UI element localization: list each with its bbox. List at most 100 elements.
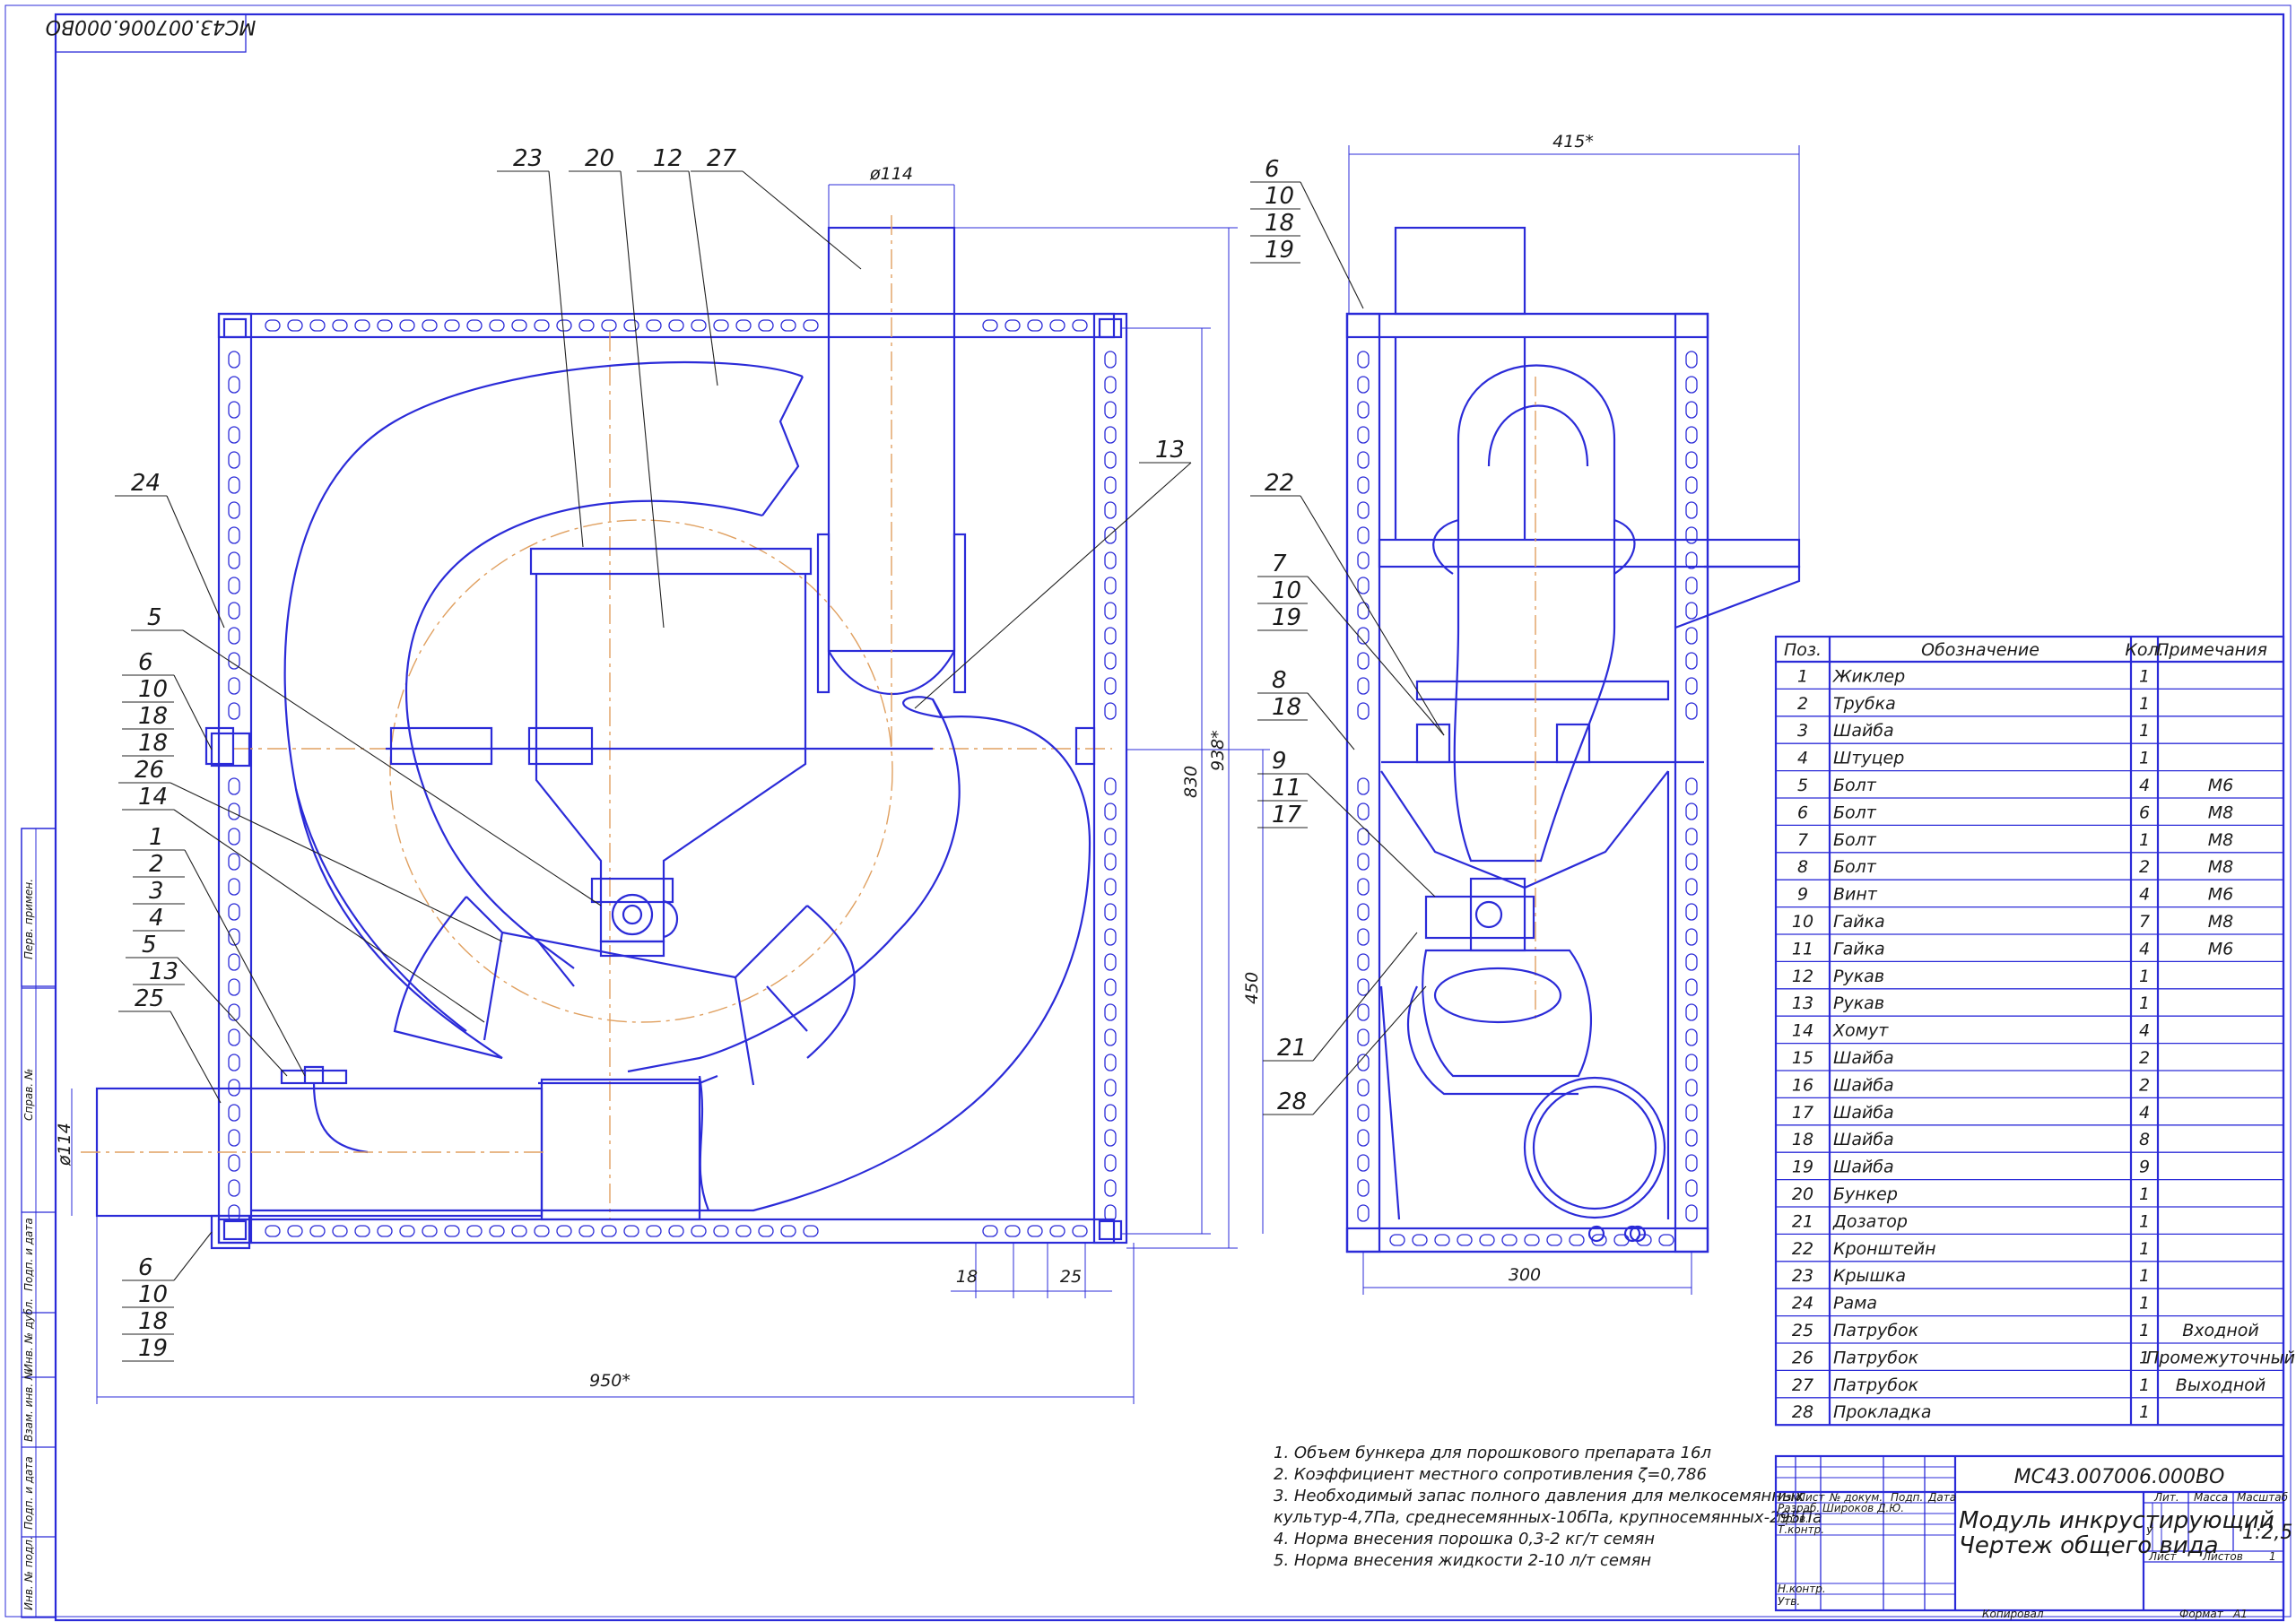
spec-qty: 1 <box>2139 749 2150 768</box>
front-leader-label: 10 <box>138 676 168 703</box>
side-leader-label: 11 <box>1272 775 1301 802</box>
note-2: 2. Коэффициент местного сопротивления ζ=… <box>1274 1465 1707 1484</box>
dim-950: 950* <box>589 1371 631 1391</box>
spec-pos: 20 <box>1792 1184 1813 1204</box>
spec-pos: 8 <box>1797 857 1808 877</box>
tb-mass: Масса <box>2194 1491 2228 1504</box>
dim-d114-top: ø114 <box>869 164 913 184</box>
spec-qty: 2 <box>2139 1075 2150 1095</box>
dim-d114-left: ø114 <box>55 1123 74 1167</box>
spec-qty: 4 <box>2139 939 2150 958</box>
tb-date: Дата <box>1927 1491 1956 1504</box>
spec-pos: 4 <box>1797 749 1808 768</box>
spec-qty: 9 <box>2139 1158 2150 1177</box>
spec-note: М8 <box>2208 802 2233 822</box>
dim-938: 938* <box>1208 730 1228 771</box>
tb-utv: Утв. <box>1778 1595 1800 1608</box>
spec-note: Промежуточный <box>2146 1348 2295 1367</box>
front-leader-label: 12 <box>653 145 683 172</box>
front-view <box>81 215 1128 1250</box>
spec-pos: 18 <box>1792 1130 1813 1149</box>
front-leader-label: 6 <box>138 1254 153 1281</box>
tb-code: МС43.007006.000ВО <box>2014 1466 2225 1488</box>
spec-name: Жиклер <box>1832 666 1905 686</box>
note-3: 3. Необходимый запас полного давления дл… <box>1274 1487 1805 1505</box>
spec-qty: 1 <box>2139 830 2150 850</box>
spec-name: Патрубок <box>1833 1348 1919 1367</box>
spec-pos: 25 <box>1792 1321 1813 1340</box>
side-stamp-0: Перв. примен. <box>22 879 35 959</box>
spec-pos: 10 <box>1792 912 1813 932</box>
side-stamp-1: Справ. № <box>22 1069 35 1121</box>
spec-qty: 1 <box>2139 993 2150 1013</box>
front-leader-label: 2 <box>149 851 164 878</box>
spec-name: Шайба <box>1833 1158 1894 1177</box>
front-leader-label: 3 <box>149 878 164 905</box>
spec-pos: 9 <box>1797 885 1808 905</box>
spec-note: Входной <box>2182 1321 2258 1340</box>
tb-sheets: Листов <box>2202 1550 2243 1563</box>
outer-frame <box>4 4 2292 1618</box>
side-leader-label: 10 <box>1265 183 1294 210</box>
side-stamp-3: Инв. № дубл. <box>22 1298 35 1372</box>
front-leader-label: 14 <box>138 784 168 811</box>
frame-slots <box>228 319 1117 1237</box>
spec-name: Трубка <box>1833 694 1896 714</box>
front-leader-label: 13 <box>1155 437 1185 464</box>
tb-copied: Копировал <box>1982 1608 2044 1620</box>
front-leader-label: 26 <box>135 757 164 784</box>
spec-qty: 1 <box>2139 1184 2150 1204</box>
spec-name: Бункер <box>1833 1184 1898 1204</box>
spec-header: Обозначение <box>1921 640 2039 660</box>
spec-note: Выходной <box>2176 1375 2266 1395</box>
dim-25: 25 <box>1060 1267 1082 1287</box>
spec-pos: 13 <box>1792 993 1813 1013</box>
side-dimensions: 415* 300 <box>1348 132 1800 1295</box>
spec-qty: 7 <box>2139 912 2150 932</box>
note-3b: культур-4,7Па, среднесемянных-10бПа, кру… <box>1274 1508 1822 1527</box>
spec-pos: 15 <box>1792 1048 1813 1068</box>
tb-tkontr: Т.контр. <box>1778 1523 1824 1536</box>
spec-qty: 2 <box>2139 1048 2150 1068</box>
spec-name: Болт <box>1833 776 1877 795</box>
side-leader-label: 6 <box>1265 156 1280 183</box>
spec-qty: 1 <box>2139 666 2150 686</box>
side-leader-label: 19 <box>1265 237 1294 264</box>
front-leader-label: 18 <box>138 703 168 730</box>
tb-sheets-count: 1 <box>2269 1550 2276 1563</box>
dim-830: 830 <box>1181 766 1201 798</box>
spec-name: Винт <box>1833 885 1878 905</box>
dim-450: 450 <box>1242 972 1262 1004</box>
front-leader-label: 27 <box>707 145 737 172</box>
spec-pos: 5 <box>1797 776 1808 795</box>
spec-name: Прокладка <box>1833 1402 1932 1422</box>
spec-qty: 1 <box>2139 694 2150 714</box>
side-leader-label: 7 <box>1272 551 1287 577</box>
side-leader-label: 21 <box>1277 1035 1307 1062</box>
spec-name: Шайба <box>1833 1048 1894 1068</box>
spec-name: Шайба <box>1833 1130 1894 1149</box>
spec-name: Болт <box>1833 830 1877 850</box>
spec-name: Патрубок <box>1833 1375 1919 1395</box>
tb-format-value: А1 <box>2232 1608 2248 1620</box>
spec-pos: 27 <box>1792 1375 1813 1395</box>
front-leader-label: 1 <box>149 824 164 851</box>
spec-pos: 22 <box>1792 1239 1813 1259</box>
spec-note: М8 <box>2208 857 2233 877</box>
side-leader-label: 17 <box>1272 802 1302 828</box>
spec-pos: 12 <box>1792 967 1813 986</box>
spec-qty: 1 <box>2139 1211 2150 1231</box>
spec-name: Хомут <box>1832 1021 1889 1041</box>
spec-qty: 1 <box>2139 1402 2150 1422</box>
spec-qty: 6 <box>2139 802 2150 822</box>
dim-18: 18 <box>956 1267 978 1287</box>
spec-note: М8 <box>2208 830 2233 850</box>
spec-qty: 4 <box>2139 1103 2150 1123</box>
spec-name: Гайка <box>1833 912 1885 932</box>
side-stamp-6: Инв. № подл. <box>22 1536 35 1610</box>
tb-scale: 1:2,5 <box>2242 1522 2292 1544</box>
spec-name: Болт <box>1833 857 1877 877</box>
spec-pos: 6 <box>1797 802 1808 822</box>
front-leader-label: 6 <box>138 649 153 676</box>
note-4: 4. Норма внесения порошка 0,3-2 кг/т сем… <box>1274 1530 1655 1548</box>
